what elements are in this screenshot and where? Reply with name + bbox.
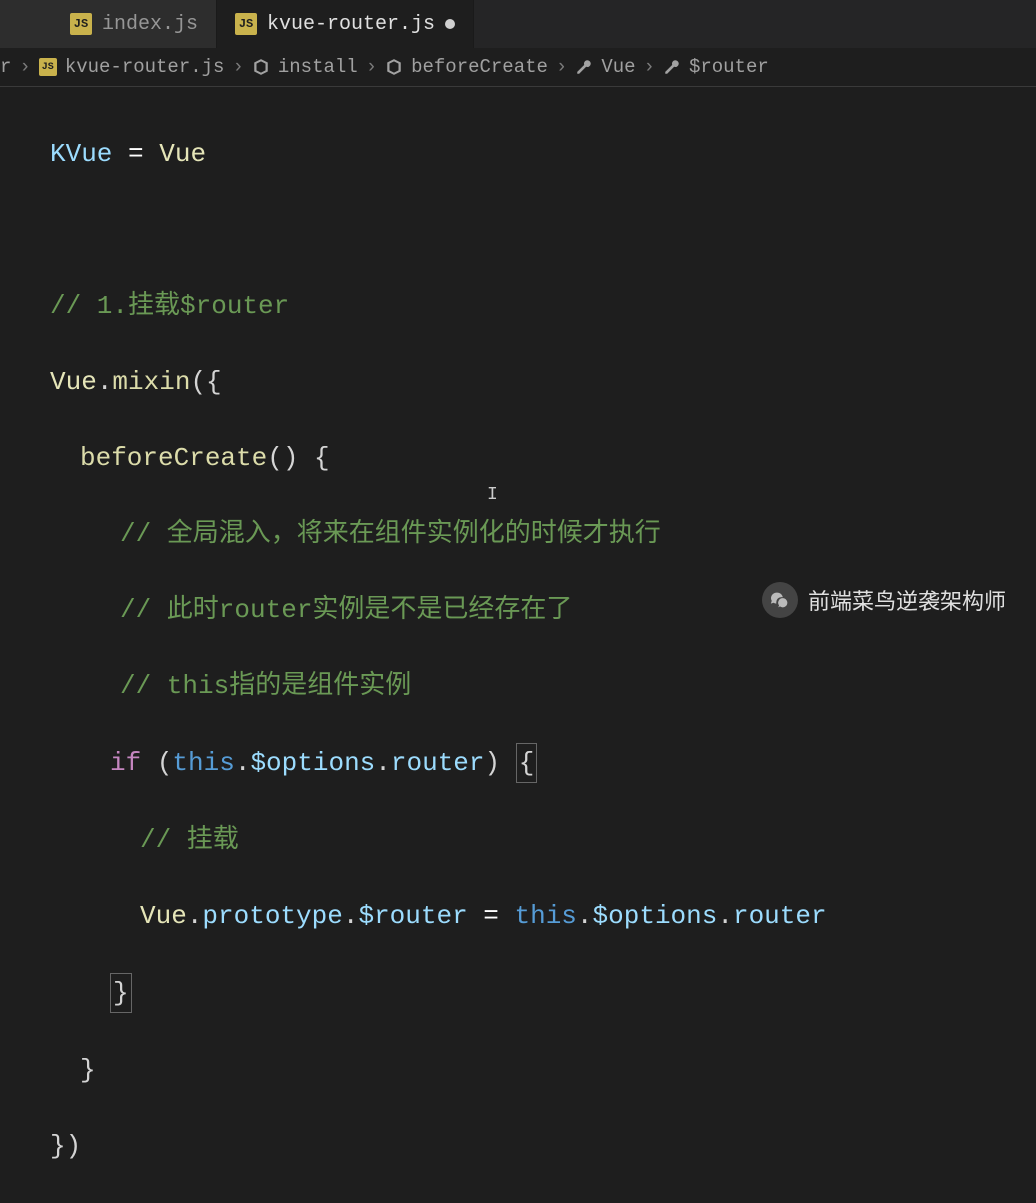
chevron-right-icon: › (556, 56, 567, 78)
js-file-icon: JS (235, 13, 257, 35)
breadcrumb-truncated: r (0, 56, 11, 78)
watermark-text: 前端菜鸟逆袭架构师 (808, 584, 1006, 616)
code-line: if (this.$options.router) { (20, 743, 1036, 783)
code-editor[interactable]: KVue = Vue // 1.挂载$router Vue.mixin({ be… (0, 87, 1036, 1203)
property-icon (663, 58, 681, 76)
code-line: beforeCreate() { (20, 439, 1036, 477)
property-icon (575, 58, 593, 76)
breadcrumb-symbol-install[interactable]: install (252, 56, 358, 78)
chevron-right-icon: › (366, 56, 377, 78)
code-line: } (20, 973, 1036, 1013)
code-line: // this指的是组件实例 (20, 667, 1036, 705)
chevron-right-icon: › (644, 56, 655, 78)
code-line: Vue.mixin({ (20, 363, 1036, 401)
breadcrumb: r › JS kvue-router.js › install › before… (0, 48, 1036, 87)
breadcrumb-symbol-router[interactable]: $router (663, 56, 769, 78)
js-file-icon: JS (70, 13, 92, 35)
tab-index-js[interactable]: JS index.js (0, 0, 217, 48)
code-line: }) (20, 1127, 1036, 1165)
breadcrumb-symbol-vue[interactable]: Vue (575, 56, 635, 78)
tab-label: index.js (102, 13, 198, 36)
code-line: // 挂载 (20, 821, 1036, 859)
module-icon (385, 58, 403, 76)
tab-kvue-router-js[interactable]: JS kvue-router.js (217, 0, 474, 48)
code-line: // 全局混入，将来在组件实例化的时候才执行 (20, 515, 1036, 553)
breadcrumb-file[interactable]: JS kvue-router.js (39, 56, 225, 78)
tab-bar: JS index.js JS kvue-router.js (0, 0, 1036, 48)
watermark: 前端菜鸟逆袭架构师 (762, 582, 1006, 618)
js-file-icon: JS (39, 58, 57, 76)
module-icon (252, 58, 270, 76)
breadcrumb-symbol-beforecreate[interactable]: beforeCreate (385, 56, 548, 78)
code-line: KVue = Vue (20, 135, 1036, 173)
code-line: // 1.挂载$router (20, 287, 1036, 325)
chevron-right-icon: › (232, 56, 243, 78)
chevron-right-icon: › (19, 56, 30, 78)
code-line: } (20, 1051, 1036, 1089)
wechat-icon (762, 582, 798, 618)
text-cursor-icon: I (487, 485, 498, 505)
code-line (20, 211, 1036, 249)
tab-label: kvue-router.js (267, 13, 435, 36)
modified-indicator-icon (445, 19, 455, 29)
code-line: Vue.prototype.$router = this.$options.ro… (20, 897, 1036, 935)
